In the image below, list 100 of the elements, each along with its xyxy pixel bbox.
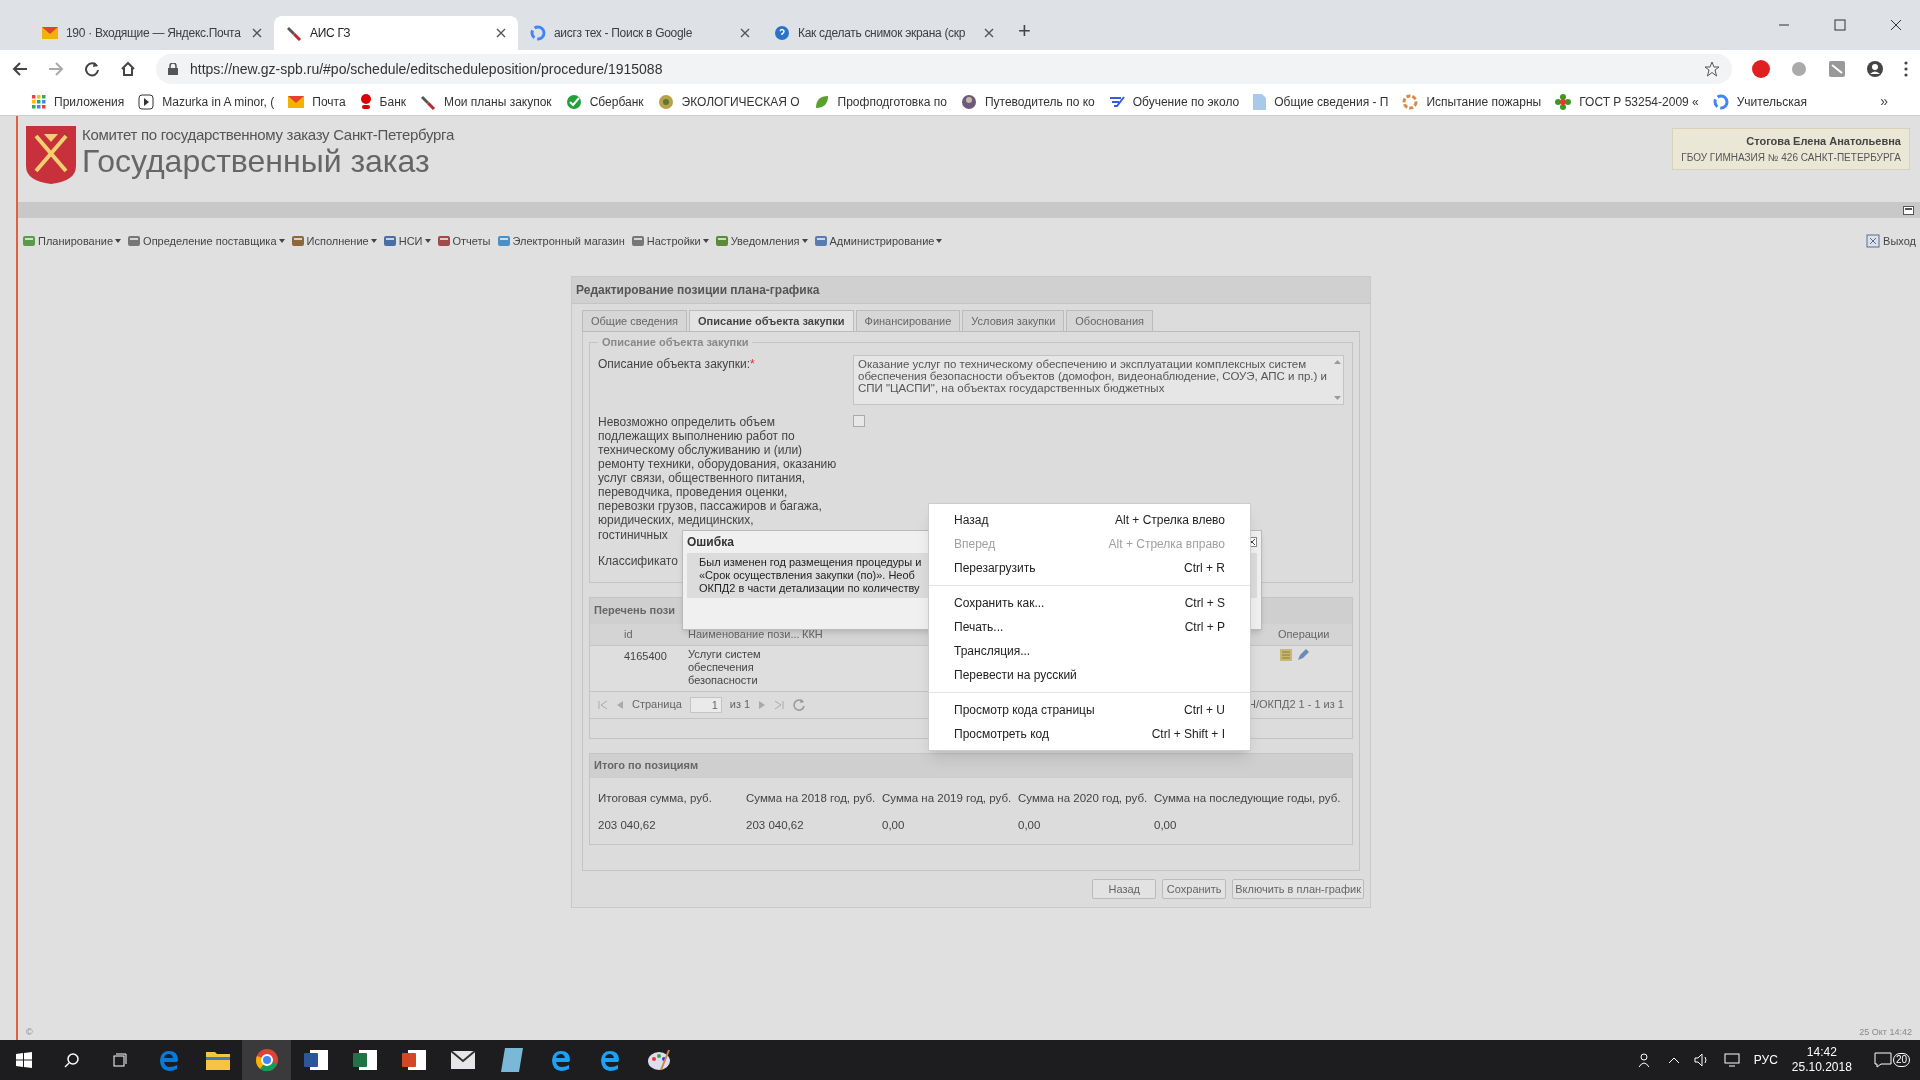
document-app-icon[interactable]	[352, 1048, 377, 1072]
profile-icon[interactable]	[1866, 60, 1884, 78]
hammer-icon	[286, 25, 302, 41]
lock-icon	[168, 63, 178, 75]
pencil-icon[interactable]	[1296, 647, 1310, 662]
menu-item[interactable]: Исполнение	[290, 232, 377, 250]
bookmark[interactable]: Профподготовка по	[813, 92, 947, 111]
more-icon[interactable]	[1904, 61, 1908, 77]
context-menu-item[interactable]: Трансляция...	[929, 639, 1250, 663]
menu-item[interactable]: Электронный магазин	[496, 232, 625, 250]
browser-icon[interactable]	[254, 1048, 279, 1072]
document-app-icon[interactable]	[401, 1048, 426, 1072]
menu-item[interactable]: НСИ	[382, 232, 431, 250]
context-menu-item[interactable]: Перезагрузить Ctrl + R	[929, 556, 1250, 580]
reload-icon[interactable]	[84, 61, 100, 77]
clock-time[interactable]: 14:42	[1806, 1045, 1837, 1060]
bookmark[interactable]: ГОСТ Р 53254-2009 «	[1555, 92, 1699, 111]
close-icon[interactable]	[740, 28, 750, 38]
logout-link[interactable]: Выход	[1866, 232, 1916, 250]
bookmark[interactable]: Испытание пожарны	[1402, 92, 1542, 111]
adblock-icon[interactable]	[1752, 60, 1770, 78]
menu-item[interactable]: Определение поставщика	[127, 232, 285, 250]
flower-icon	[1555, 93, 1572, 110]
chevron-up-icon[interactable]	[1667, 1056, 1680, 1064]
close-icon[interactable]	[984, 28, 994, 38]
star-icon[interactable]	[1704, 61, 1720, 77]
form-tab[interactable]: Обоснования	[1066, 310, 1153, 331]
column-header[interactable]: Операции	[1274, 625, 1352, 643]
column-header[interactable]: id	[620, 625, 684, 643]
speaker-icon[interactable]	[1693, 1053, 1710, 1067]
notification-icon[interactable]	[1873, 1052, 1892, 1068]
page-count: из 1	[729, 697, 751, 713]
bookmark[interactable]: Приложения	[32, 92, 125, 111]
bookmark[interactable]: Сбербанк	[565, 92, 644, 111]
palette-icon[interactable]	[646, 1048, 671, 1072]
envelope-icon	[42, 27, 58, 39]
form-button[interactable]: Включить в план-график	[1232, 879, 1364, 899]
envelope-icon[interactable]	[450, 1051, 475, 1069]
windows-logo-icon[interactable]	[16, 1052, 32, 1068]
form-tab[interactable]: Финансирование	[855, 310, 961, 331]
dialog-message-line: ОКПД2 в части детализации по количеству	[699, 582, 920, 595]
required-mark: *	[749, 356, 755, 371]
maximize-icon[interactable]	[1834, 19, 1846, 31]
bookmark[interactable]: Почта	[288, 92, 346, 111]
total-value: 0,00	[1018, 817, 1042, 833]
bookmark[interactable]: Мои планы закупок	[420, 92, 552, 111]
network-icon[interactable]	[1723, 1053, 1740, 1067]
context-menu-item[interactable]: Просмотр кода страницы Ctrl + U	[929, 698, 1250, 722]
form-tab[interactable]: Описание объекта закупки	[689, 310, 854, 331]
context-menu-item[interactable]: Назад Alt + Стрелка влево	[929, 508, 1250, 532]
document-icon	[1253, 93, 1267, 110]
bookmark[interactable]: Банк	[359, 92, 407, 111]
tab-title: 190 · Входящие — Яндекс.Почта	[66, 25, 242, 42]
notepad-icon[interactable]	[500, 1048, 523, 1072]
back-arrow-icon[interactable]	[12, 61, 28, 77]
context-menu-item[interactable]: Просмотреть код Ctrl + Shift + I	[929, 722, 1250, 746]
section-legend: Описание объекта закупки	[598, 334, 753, 351]
browser-tab[interactable]: АИС ГЗ	[274, 16, 518, 50]
extension-icon[interactable]	[1828, 60, 1846, 78]
more-bookmarks-button[interactable]: »	[1880, 91, 1888, 112]
form-tab[interactable]: Общие сведения	[582, 310, 688, 331]
context-menu-item[interactable]: Печать... Ctrl + P	[929, 615, 1250, 639]
bookmark[interactable]: Учительская	[1712, 92, 1807, 111]
document-app-icon[interactable]	[303, 1048, 328, 1072]
form-button[interactable]: Сохранить	[1162, 879, 1227, 899]
task-view-icon[interactable]	[112, 1052, 128, 1068]
close-icon[interactable]	[1890, 19, 1902, 31]
context-menu-item[interactable]: Сохранить как... Ctrl + S	[929, 591, 1250, 615]
column-header[interactable]: Наименование пози...	[684, 625, 798, 643]
menu-item[interactable]: Планирование	[22, 232, 122, 250]
description-text: Оказание услуг по техническому обеспечению и эксплуатации комплексных систем обеспечения безопасности объектов (домофон, видеонаблюдение, СОУЭ, АПС и пр.) и СПИ "ЦАСПИ", на объектах государственных бюджетных	[857, 356, 1328, 396]
form-tab[interactable]: Условия закупки	[962, 310, 1065, 331]
bookmark[interactable]: Обучение по эколо	[1108, 92, 1240, 111]
clock-date[interactable]: 25.10.2018	[1791, 1060, 1852, 1075]
column-header[interactable]: ККН	[798, 625, 827, 643]
page-field[interactable]: 1	[689, 696, 722, 713]
field-label: Классификато	[598, 553, 678, 568]
language-indicator[interactable]: РУС	[1753, 1051, 1778, 1069]
menu-item[interactable]: Настройки	[630, 232, 709, 250]
bookmark[interactable]: Mazurka in A minor, (	[138, 92, 275, 111]
total-label: Итоговая сумма, руб.	[598, 790, 713, 806]
bookmark[interactable]: ЭКОЛОГИЧЕСКАЯ О	[657, 92, 800, 111]
form-button[interactable]: Назад	[1092, 879, 1157, 899]
play-icon	[138, 93, 155, 110]
checkbox[interactable]	[853, 414, 865, 427]
menu-item[interactable]: Отчеты	[436, 232, 491, 250]
site-title: Государственный заказ	[82, 144, 431, 178]
bookmark[interactable]: Путеводитель по ко	[960, 92, 1095, 111]
search-icon[interactable]	[64, 1052, 80, 1068]
menu-item[interactable]: Администрирование	[813, 232, 943, 250]
menu-item[interactable]: Уведомления	[714, 232, 808, 250]
close-icon[interactable]	[496, 28, 506, 38]
bookmark[interactable]: Общие сведения - П	[1253, 92, 1389, 111]
new-tab-button[interactable]: +	[1006, 16, 1043, 50]
folder-icon[interactable]	[205, 1050, 230, 1070]
home-icon[interactable]	[120, 61, 136, 77]
context-menu-item[interactable]: Перевести на русский	[929, 663, 1250, 687]
address-bar[interactable]: https://new.gz-spb.ru/#po/schedule/editscheduleposition/procedure/1915088	[156, 54, 1732, 84]
close-icon[interactable]	[252, 28, 262, 38]
collapse-icon[interactable]	[1903, 205, 1914, 215]
